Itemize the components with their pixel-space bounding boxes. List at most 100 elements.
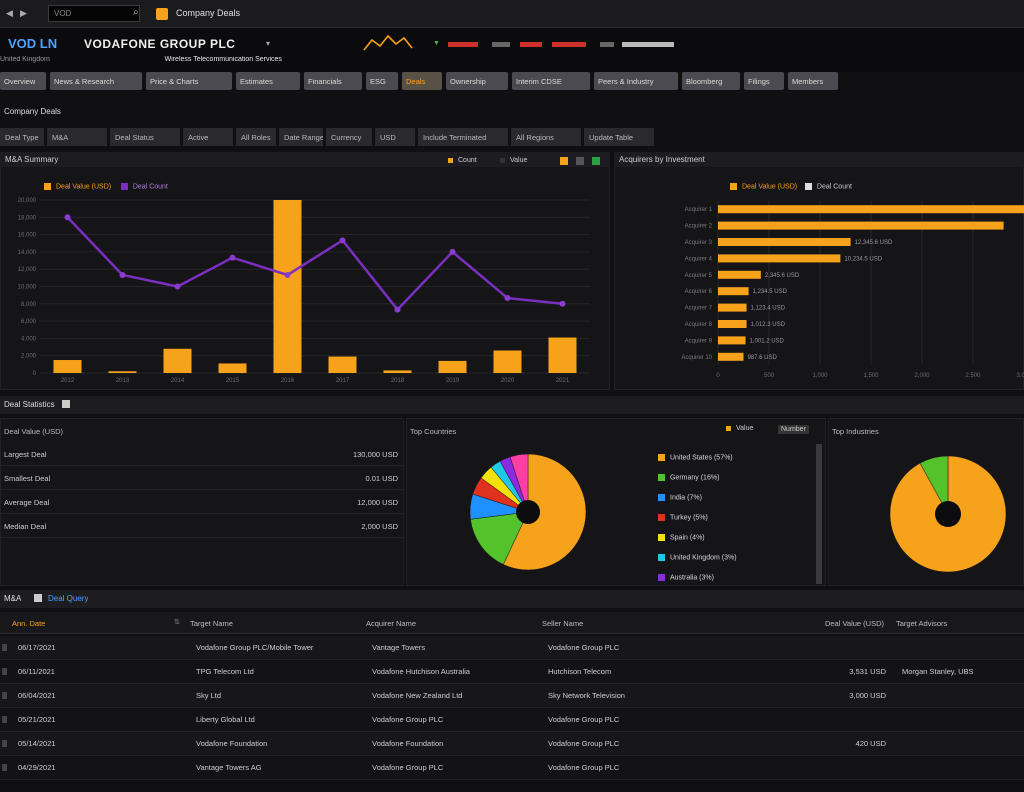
tab-esg[interactable]: ESG bbox=[366, 72, 398, 90]
bar-deal-value[interactable] bbox=[493, 350, 522, 373]
point-deal-count[interactable] bbox=[559, 300, 566, 307]
toggle-value[interactable]: Value bbox=[500, 157, 527, 164]
stats-info-icon[interactable] bbox=[62, 400, 70, 408]
geo-toggle-value[interactable]: Value bbox=[726, 425, 753, 432]
filter-currency[interactable]: Currency bbox=[326, 128, 372, 146]
bar-deal-value[interactable] bbox=[163, 348, 192, 373]
country-legend-item[interactable]: Germany (16%) bbox=[658, 474, 719, 481]
tab-financials[interactable]: Financials bbox=[304, 72, 362, 90]
filter-update-table[interactable]: Update Table bbox=[584, 128, 654, 146]
tab-estimates[interactable]: Estimates bbox=[236, 72, 300, 90]
bar-acquirer-value[interactable] bbox=[718, 238, 851, 246]
stats-subtitle: Deal Value (USD) bbox=[4, 427, 64, 436]
tab-interim-cdse[interactable]: Interim CDSE bbox=[512, 72, 590, 90]
tab-ownership[interactable]: Ownership bbox=[446, 72, 508, 90]
bar-acquirer-value[interactable] bbox=[718, 254, 841, 263]
acquirers-legend: Deal Value (USD) Deal Count bbox=[730, 183, 852, 190]
point-deal-count[interactable] bbox=[174, 283, 181, 290]
bar-value-label: 987.6 USD bbox=[748, 355, 778, 361]
filter-all-regions[interactable]: All Regions bbox=[511, 128, 581, 146]
column-header[interactable]: Ann. Date bbox=[12, 619, 172, 628]
point-deal-count[interactable] bbox=[229, 254, 236, 261]
tab-bloomberg[interactable]: Bloomberg bbox=[682, 72, 740, 90]
tab-overview[interactable]: Overview bbox=[0, 72, 46, 90]
chart-type-bar-icon[interactable] bbox=[560, 157, 568, 165]
filter-include-terminated[interactable]: Include Terminated bbox=[418, 128, 508, 146]
country-legend-item[interactable]: United States (57%) bbox=[658, 454, 733, 461]
down-arrow-icon: ▼ bbox=[433, 40, 440, 47]
filter-usd[interactable]: USD bbox=[375, 128, 415, 146]
table-info-icon[interactable] bbox=[34, 594, 42, 602]
bar-acquirer-value[interactable] bbox=[718, 336, 746, 345]
tab-deals[interactable]: Deals bbox=[402, 72, 442, 90]
bar-acquirer-value[interactable] bbox=[718, 287, 749, 296]
bar-acquirer-value[interactable] bbox=[718, 270, 761, 279]
country-legend-item[interactable]: Spain (4%) bbox=[658, 534, 705, 541]
bar-deal-value[interactable] bbox=[108, 371, 137, 373]
point-deal-count[interactable] bbox=[64, 214, 71, 221]
row-checkbox[interactable] bbox=[2, 716, 7, 723]
vol-field bbox=[600, 42, 614, 47]
point-deal-count[interactable] bbox=[284, 271, 291, 278]
column-header[interactable]: Target Name bbox=[190, 619, 360, 628]
tab-news-research[interactable]: News & Research bbox=[50, 72, 142, 90]
row-checkbox[interactable] bbox=[2, 644, 7, 651]
tab-filings[interactable]: Filings bbox=[744, 72, 784, 90]
bar-acquirer-value[interactable] bbox=[718, 320, 747, 328]
bar-deal-value[interactable] bbox=[53, 360, 82, 373]
tab-members[interactable]: Members bbox=[788, 72, 838, 90]
bar-deal-value[interactable] bbox=[218, 363, 247, 373]
point-deal-count[interactable] bbox=[119, 271, 126, 278]
point-deal-count[interactable] bbox=[394, 306, 401, 313]
bar-acquirer-value[interactable] bbox=[718, 303, 747, 312]
row-checkbox[interactable] bbox=[2, 692, 7, 699]
bar-acquirer-value[interactable] bbox=[718, 221, 1004, 230]
toggle-count[interactable]: Count bbox=[448, 157, 477, 164]
filter-date-range[interactable]: Date Range bbox=[279, 128, 323, 146]
bar-deal-value[interactable] bbox=[328, 356, 357, 373]
column-header[interactable]: Seller Name bbox=[542, 619, 752, 628]
geo-toggle-number[interactable]: Number bbox=[778, 425, 809, 434]
country-legend-item[interactable]: Turkey (5%) bbox=[658, 514, 708, 521]
bar-value-label: 1,012.3 USD bbox=[751, 322, 786, 328]
bar-acquirer-value[interactable] bbox=[718, 205, 1024, 214]
chart-type-table-icon[interactable] bbox=[592, 157, 600, 165]
table-cell: 420 USD bbox=[855, 739, 886, 748]
bar-deal-value[interactable] bbox=[383, 370, 412, 373]
point-deal-count[interactable] bbox=[339, 237, 346, 244]
point-deal-count[interactable] bbox=[504, 295, 511, 302]
column-header[interactable]: Deal Value (USD) bbox=[760, 619, 884, 628]
bar-deal-value[interactable] bbox=[548, 337, 577, 373]
filter-active[interactable]: Active bbox=[183, 128, 233, 146]
column-header[interactable]: Target Advisors bbox=[896, 619, 1022, 628]
country-legend-item[interactable]: United Kingdom (3%) bbox=[658, 554, 737, 561]
tab-price-charts[interactable]: Price & Charts bbox=[146, 72, 232, 90]
sort-icon[interactable]: ⇅ bbox=[174, 618, 180, 626]
forward-icon[interactable]: ▶ bbox=[20, 8, 30, 18]
bar-deal-value[interactable] bbox=[273, 200, 302, 373]
column-header[interactable]: Acquirer Name bbox=[366, 619, 536, 628]
country-legend-item[interactable]: India (7%) bbox=[658, 494, 702, 501]
table-cell: Sky Ltd bbox=[196, 691, 222, 700]
company-name[interactable]: VODAFONE GROUP PLC bbox=[84, 37, 235, 51]
point-deal-count[interactable] bbox=[449, 248, 456, 255]
filter-deal-status[interactable]: Deal Status bbox=[110, 128, 180, 146]
ticker-symbol[interactable]: VOD LN bbox=[8, 36, 57, 51]
filter-all-roles[interactable]: All Roles bbox=[236, 128, 276, 146]
legend-scrollbar[interactable] bbox=[816, 444, 822, 584]
bar-acquirer-value[interactable] bbox=[718, 352, 744, 361]
filter-deal-type[interactable]: Deal Type bbox=[0, 128, 44, 146]
filter-m-a[interactable]: M&A bbox=[47, 128, 107, 146]
search-icon[interactable]: ⌕ bbox=[133, 7, 139, 18]
back-icon[interactable]: ◀ bbox=[6, 8, 16, 18]
row-checkbox[interactable] bbox=[2, 764, 7, 771]
country-legend-item[interactable]: Australia (3%) bbox=[658, 574, 714, 581]
row-checkbox[interactable] bbox=[2, 668, 7, 675]
deal-query-link[interactable]: Deal Query bbox=[48, 594, 88, 603]
row-checkbox[interactable] bbox=[2, 740, 7, 747]
dropdown-icon[interactable]: ▾ bbox=[266, 39, 270, 48]
bar-deal-value[interactable] bbox=[438, 360, 467, 373]
command-input[interactable]: VOD bbox=[48, 5, 140, 22]
tab-peers-industry[interactable]: Peers & Industry bbox=[594, 72, 678, 90]
chart-type-line-icon[interactable] bbox=[576, 157, 584, 165]
